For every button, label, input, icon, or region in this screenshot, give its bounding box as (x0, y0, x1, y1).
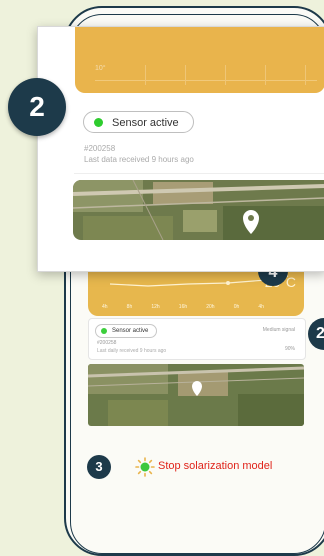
back-chart-ticks: 4h 8h 12h 16h 20h 0h 4h (102, 304, 264, 310)
signal-label: Medium signal (262, 327, 295, 333)
sensor-id: #200258 (84, 144, 116, 153)
back-chart-tick: 4h (258, 304, 264, 310)
back-chart-tick: 20h (206, 304, 215, 310)
status-dot-icon (101, 328, 107, 334)
back-chart-tick: 0h (233, 304, 240, 310)
back-status-pill: Sensor active (95, 324, 158, 338)
sensor-status-label: Sensor active (112, 117, 179, 129)
back-map-image (88, 364, 304, 426)
back-satellite-map[interactable] (88, 364, 304, 426)
back-sensor-id: #200258 (97, 340, 117, 346)
step-badge-three: 3 (87, 455, 111, 479)
sun-icon (135, 457, 155, 477)
back-chart-tick: 16h (178, 304, 188, 310)
back-sensor-card[interactable]: Sensor active Medium signal #200258 Last… (88, 318, 306, 360)
back-status-label: Sensor active (112, 328, 149, 334)
satellite-map[interactable] (73, 180, 324, 240)
temperature-chart: 10° 0h 4h 8h 12h 16h 20h (75, 27, 324, 93)
sensor-status-pill[interactable]: Sensor active (83, 111, 194, 133)
back-last-received: Last daily received 9 hours ago (97, 348, 167, 354)
step-badge-two: 2 (8, 78, 66, 136)
back-chart-tick: 4h (102, 304, 108, 310)
divider (74, 173, 324, 174)
status-dot-icon (94, 118, 103, 127)
battery-label: 90% (284, 346, 295, 352)
satellite-map-image (73, 180, 324, 240)
chart-y-label: 10° (95, 65, 106, 72)
chart-axis (95, 80, 317, 81)
last-received: Last data received 9 hours ago (84, 155, 194, 164)
back-chart-tick: 8h (126, 304, 133, 310)
stop-solarization-button[interactable]: Stop solarization model (158, 460, 272, 472)
back-chart-tick: 12h (151, 304, 160, 310)
